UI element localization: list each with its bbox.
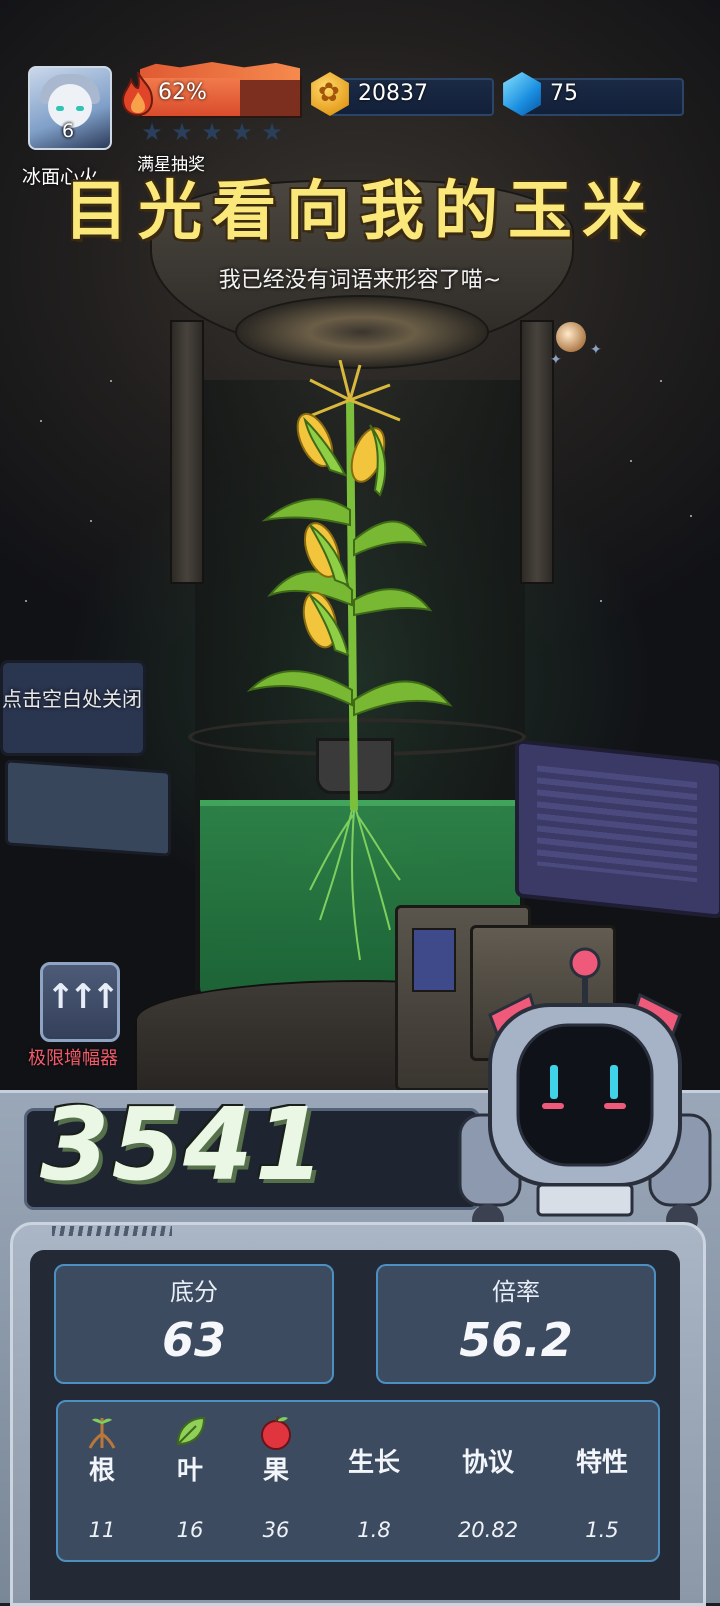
star-icon: ★: [141, 118, 163, 146]
breakdown-value: 11: [88, 1518, 116, 1542]
multiplier-box: 倍率 56.2: [376, 1264, 656, 1384]
breakdown-value: 1.5: [585, 1518, 619, 1542]
breakdown-value: 16: [176, 1518, 204, 1542]
score-breakdown: 根 11 叶 16 果 36 生长 1.8 协议 20.82 特性 1.5: [56, 1400, 660, 1562]
star-rating: ★ ★ ★ ★ ★: [140, 120, 284, 144]
limit-amplifier-button[interactable]: ↑↑↑: [40, 962, 120, 1042]
fire-percent: 62%: [158, 80, 207, 105]
base-score-value: 63: [161, 1313, 226, 1367]
breakdown-value: 20.82: [457, 1518, 519, 1542]
coin-amount: 20837: [358, 81, 428, 106]
breakdown-label: 叶: [176, 1456, 203, 1486]
panel-stripe: [52, 1226, 172, 1236]
breakdown-fruit: 果 36: [236, 1414, 316, 1542]
limit-amplifier-label: 极限增幅器: [28, 1048, 118, 1069]
left-console-screen: [5, 759, 171, 857]
chamber-vent: [235, 295, 489, 369]
fruit-icon: [236, 1414, 316, 1450]
tank-pillar-right: [520, 320, 554, 584]
multiplier-label: 倍率: [492, 1278, 540, 1306]
base-score-box: 底分 63: [54, 1264, 334, 1384]
star-icon: ✦: [590, 342, 602, 358]
breakdown-label: 果: [262, 1456, 289, 1486]
tank-pillar-left: [170, 320, 204, 584]
result-headline: 目光看向我的玉米: [64, 175, 656, 249]
corn-plant: [246, 360, 453, 961]
leaf-icon: [150, 1414, 230, 1450]
breakdown-value: 1.8: [357, 1518, 391, 1542]
root-icon: [62, 1414, 142, 1450]
gem-counter[interactable]: [520, 78, 684, 116]
gem-amount: 75: [550, 81, 578, 106]
star-icon: ★: [231, 118, 253, 146]
tap-to-close-hint: 点击空白处关闭: [2, 687, 142, 711]
breakdown-leaf: 叶 16: [150, 1414, 230, 1542]
breakdown-label: 生长: [347, 1448, 400, 1478]
star-icon: ★: [201, 118, 223, 146]
fire-icon: [121, 71, 154, 116]
base-score-label: 底分: [170, 1278, 218, 1306]
player-level: 6: [61, 120, 75, 142]
star-icon: ★: [261, 118, 283, 146]
result-subline: 我已经没有词语来形容了喵~: [218, 268, 502, 293]
planet-icon: [556, 322, 586, 352]
total-score: 3541: [40, 1086, 327, 1203]
breakdown-label: 协议: [461, 1448, 514, 1478]
breakdown-label: 特性: [575, 1448, 628, 1478]
star-icon: ✦: [550, 352, 562, 368]
star-icon: ★: [171, 118, 193, 146]
breakdown-value: 36: [262, 1518, 290, 1542]
breakdown-protocol: 协议 20.82: [448, 1442, 528, 1542]
breakdown-growth: 生长 1.8: [334, 1442, 414, 1542]
breakdown-trait: 特性 1.5: [562, 1442, 642, 1542]
right-monitor: [515, 739, 720, 919]
breakdown-root: 根 11: [62, 1414, 142, 1542]
triple-up-arrow-icon: ↑↑↑: [46, 977, 119, 1017]
robot-mascot: [458, 947, 712, 1235]
breakdown-label: 根: [88, 1456, 115, 1486]
multiplier-value: 56.2: [459, 1313, 573, 1367]
